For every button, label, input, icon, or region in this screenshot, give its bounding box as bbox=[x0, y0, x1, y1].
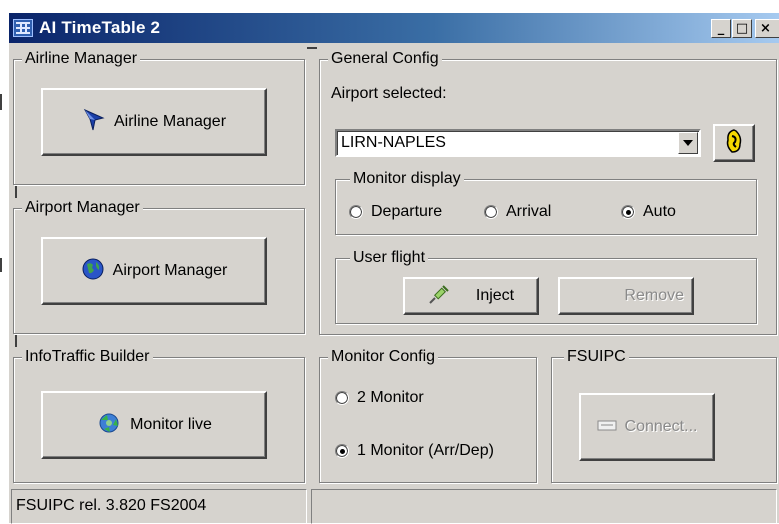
connect-button[interactable]: Connect... bbox=[579, 393, 715, 461]
maximize-button[interactable]: □ bbox=[732, 19, 752, 38]
app-timetable-icon[interactable] bbox=[13, 19, 33, 37]
monitor-live-button-label: Monitor live bbox=[130, 416, 212, 433]
infotraffic-builder-group-label: InfoTraffic Builder bbox=[22, 348, 153, 366]
splitter-grip-3 bbox=[15, 335, 17, 347]
radio-1-monitor-circle[interactable] bbox=[335, 444, 349, 458]
monitor-config-group: Monitor Config bbox=[319, 348, 537, 483]
edge-mark-bottom bbox=[0, 258, 2, 272]
connect-icon bbox=[597, 418, 617, 437]
airline-manager-button[interactable]: Airline Manager bbox=[41, 88, 267, 156]
airplane-icon bbox=[82, 108, 106, 137]
monitor-live-button[interactable]: Monitor live bbox=[41, 391, 267, 459]
status-bar-right bbox=[311, 489, 777, 524]
chevron-down-icon bbox=[683, 140, 693, 146]
airport-manager-button[interactable]: Airport Manager bbox=[41, 237, 267, 305]
radio-2-monitor[interactable]: 2 Monitor bbox=[335, 389, 424, 407]
inject-button-label: Inject bbox=[475, 287, 515, 304]
monitor-config-group-label: Monitor Config bbox=[328, 348, 439, 366]
title-bar[interactable]: AI TimeTable 2 _ □ × bbox=[9, 13, 779, 43]
fsuipc-group-label: FSUIPC bbox=[564, 348, 629, 366]
airport-select-value: LIRN-NAPLES bbox=[341, 134, 446, 151]
radio-auto-circle[interactable] bbox=[621, 205, 635, 219]
radio-departure-circle[interactable] bbox=[349, 205, 363, 219]
radio-departure-label: Departure bbox=[371, 203, 443, 220]
user-flight-group-label: User flight bbox=[350, 249, 429, 267]
radio-1-monitor[interactable]: 1 Monitor (Arr/Dep) bbox=[335, 442, 494, 460]
airport-manager-group-label: Airport Manager bbox=[22, 199, 143, 217]
monitor-display-group-label: Monitor display bbox=[350, 170, 464, 188]
window-title: AI TimeTable 2 bbox=[39, 18, 161, 37]
close-button[interactable]: × bbox=[755, 19, 779, 38]
radio-arrival[interactable]: Arrival bbox=[484, 203, 551, 221]
connect-button-label: Connect... bbox=[624, 418, 698, 435]
radio-1-monitor-label: 1 Monitor (Arr/Dep) bbox=[357, 442, 494, 459]
radio-departure[interactable]: Departure bbox=[349, 203, 442, 221]
remove-button[interactable]: Remove bbox=[558, 277, 694, 315]
minimize-button[interactable]: _ bbox=[711, 19, 731, 38]
airport-manager-button-label: Airport Manager bbox=[112, 262, 228, 279]
airline-manager-group-label: Airline Manager bbox=[22, 50, 141, 68]
radio-auto[interactable]: Auto bbox=[621, 203, 676, 221]
globe-icon bbox=[81, 257, 105, 286]
yellow-refresh-icon bbox=[723, 128, 745, 159]
airline-manager-button-label: Airline Manager bbox=[113, 113, 227, 130]
radio-arrival-circle[interactable] bbox=[484, 205, 498, 219]
remove-button-label: Remove bbox=[624, 287, 684, 304]
general-config-group-label: General Config bbox=[328, 50, 442, 68]
status-bar-left: FSUIPC rel. 3.820 FS2004 bbox=[11, 489, 307, 524]
dropdown-arrow-button[interactable] bbox=[678, 132, 698, 154]
edge-mark-top bbox=[0, 94, 2, 110]
splitter-grip-1 bbox=[307, 47, 317, 49]
inject-button[interactable]: Inject bbox=[403, 277, 539, 315]
airport-refresh-button[interactable] bbox=[713, 124, 755, 162]
radio-auto-label: Auto bbox=[643, 203, 676, 220]
splitter-grip-2 bbox=[15, 186, 17, 198]
radio-2-monitor-label: 2 Monitor bbox=[357, 389, 424, 406]
airport-selected-label: Airport selected: bbox=[331, 85, 447, 102]
app-window: AI TimeTable 2 _ □ × Airline Manager Air… bbox=[8, 12, 779, 524]
radio-2-monitor-circle[interactable] bbox=[335, 391, 349, 405]
radio-arrival-label: Arrival bbox=[506, 203, 552, 220]
recycle-globe-icon bbox=[96, 411, 122, 440]
syringe-icon bbox=[428, 283, 450, 310]
airport-select[interactable]: LIRN-NAPLES bbox=[335, 129, 701, 157]
